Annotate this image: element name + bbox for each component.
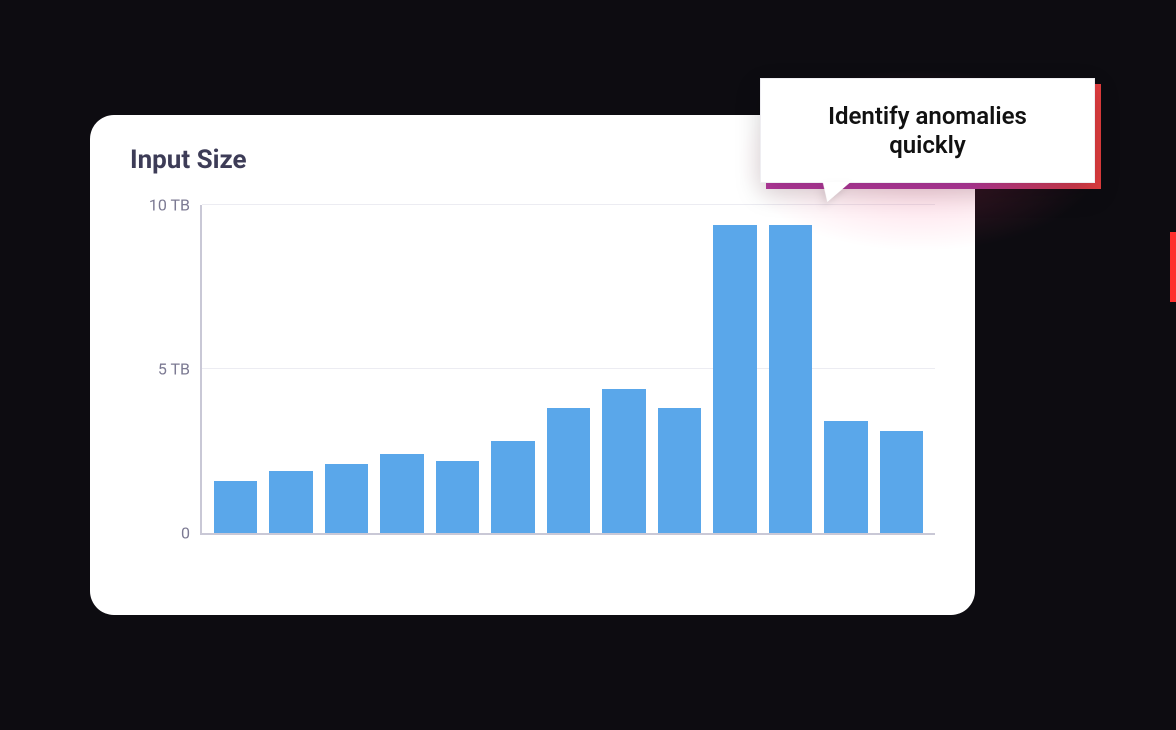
chart-area: 05 TB10 TB [130, 205, 935, 535]
bars-container [214, 205, 923, 533]
bar [602, 389, 645, 533]
bar [325, 464, 368, 533]
edge-accent [1170, 232, 1176, 302]
anomaly-callout: Identify anomalies quickly [760, 78, 1095, 183]
bar [880, 431, 923, 533]
plot-region: 05 TB10 TB [200, 205, 935, 535]
y-tick-label: 5 TB [158, 360, 202, 379]
y-tick-label: 10 TB [149, 196, 202, 215]
bar [769, 225, 812, 533]
bar [214, 481, 257, 533]
bar [380, 454, 423, 533]
bar [824, 421, 867, 533]
y-tick-label: 0 [181, 524, 202, 543]
bar [269, 471, 312, 533]
bar [713, 225, 756, 533]
bar [436, 461, 479, 533]
bar [658, 408, 701, 533]
bar [547, 408, 590, 533]
callout-text: Identify anomalies quickly [828, 102, 1027, 160]
bar [491, 441, 534, 533]
